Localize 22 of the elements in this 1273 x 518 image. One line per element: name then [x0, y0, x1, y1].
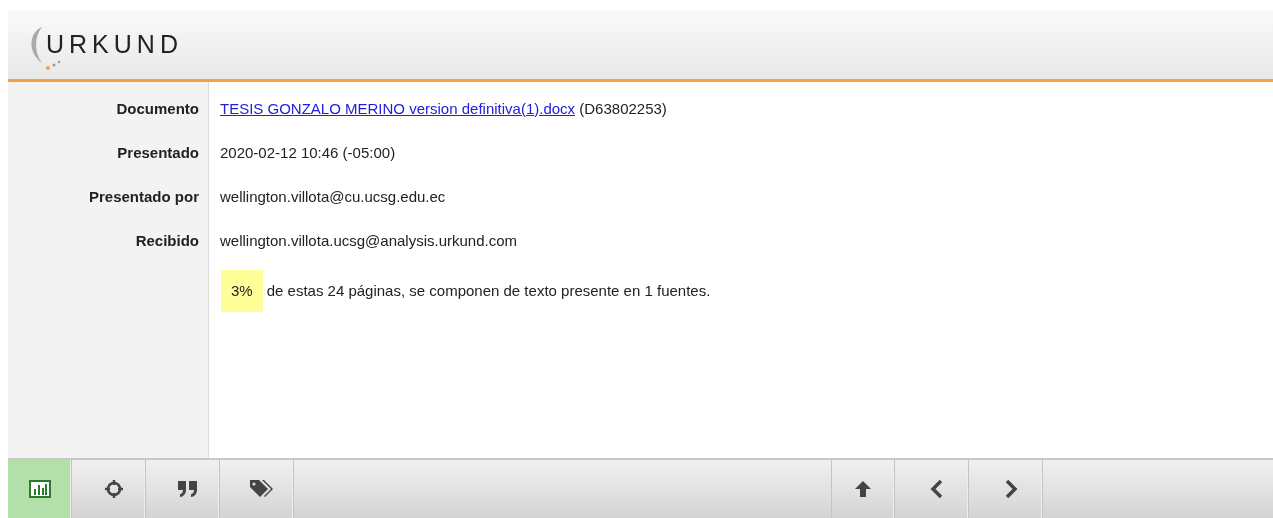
field-label: Documento	[115, 98, 200, 119]
chart-icon	[28, 480, 51, 498]
field-label: Presentado por	[87, 186, 200, 207]
field-label: Recibido	[134, 230, 200, 251]
field-value: wellington.villota@cu.ucsg.edu.ec	[220, 187, 446, 205]
tags-icon	[248, 479, 275, 499]
quote-icon	[176, 480, 199, 498]
field-value: 2020-02-12 10:46 (-05:00)	[220, 143, 396, 161]
document-link[interactable]: TESIS GONZALO MERINO version definitiva(1).docx	[220, 99, 576, 117]
chart-button[interactable]	[8, 460, 72, 518]
up-arrow-icon	[853, 479, 873, 499]
crosshair-icon	[103, 479, 124, 499]
field-value: wellington.villota.ucsg@analysis.urkund.com	[220, 231, 518, 249]
chevron-right-icon	[1003, 479, 1018, 499]
logo-text: URKUND	[46, 28, 183, 60]
document-id: (D63802253)	[579, 99, 667, 117]
field-label: Presentado	[116, 142, 200, 163]
logo-dots-icon	[44, 58, 61, 71]
summary-text: de estas 24 páginas, se componen de texto presente en 1 fuentes.	[266, 280, 711, 301]
up-arrow-button[interactable]	[831, 460, 895, 518]
chevron-left-icon	[929, 479, 944, 499]
match-percentage: 3%	[221, 269, 263, 313]
